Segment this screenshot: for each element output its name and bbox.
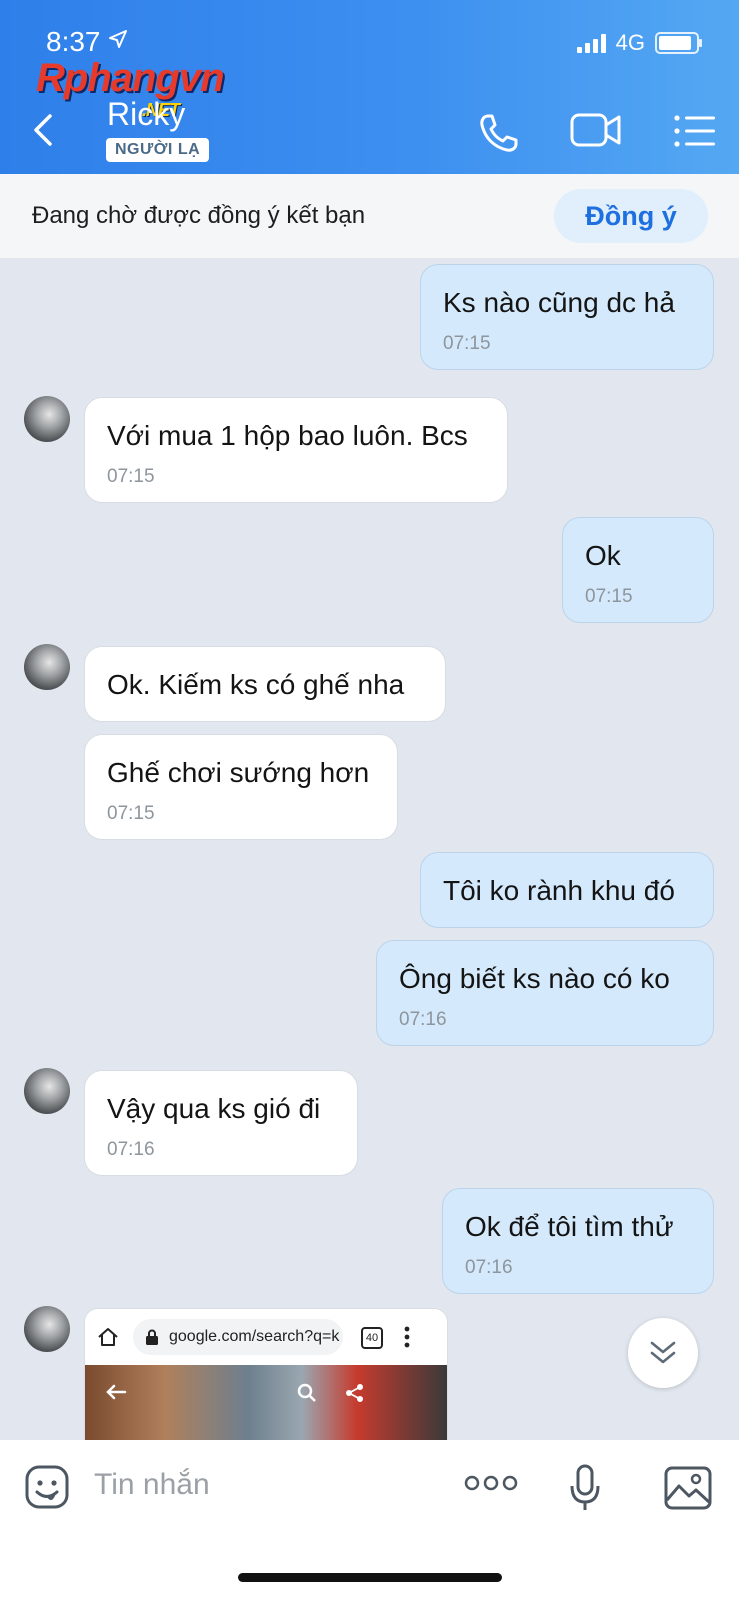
- message-bubble[interactable]: Vậy qua ks gió đi 07:16: [84, 1070, 358, 1176]
- watermark-main: Rphangvn: [36, 56, 225, 100]
- network-type: 4G: [615, 30, 645, 55]
- screenshot-image: [85, 1365, 447, 1440]
- message-text: Ok để tôi tìm thử: [465, 1211, 674, 1242]
- message-time: 07:16: [465, 1257, 513, 1278]
- message-text: Ông biết ks nào có ko: [399, 963, 670, 994]
- location-arrow-icon: [109, 30, 128, 48]
- avatar[interactable]: [24, 1068, 70, 1114]
- tab-count: 40: [361, 1327, 383, 1349]
- message-time: 07:15: [107, 803, 155, 824]
- home-icon: [98, 1328, 118, 1346]
- menu-list-icon[interactable]: [674, 114, 716, 148]
- stranger-badge: NGƯỜI LẠ: [106, 138, 210, 162]
- message-input[interactable]: Tin nhắn: [94, 1468, 210, 1502]
- message-time: 07:15: [585, 586, 633, 607]
- scroll-to-bottom-button[interactable]: [628, 1318, 698, 1388]
- message-bubble[interactable]: Ok 07:15: [562, 517, 714, 623]
- status-right: 4G: [576, 30, 702, 56]
- message-bubble[interactable]: Ok để tôi tìm thử 07:16: [442, 1188, 714, 1294]
- microphone-icon[interactable]: [568, 1464, 602, 1512]
- message-bubble[interactable]: Ông biết ks nào có ko 07:16: [376, 940, 714, 1046]
- message-text: Ok: [585, 540, 621, 571]
- signal-icon: [576, 33, 606, 53]
- sticker-icon[interactable]: [24, 1464, 70, 1510]
- message-bubble[interactable]: Với mua 1 hộp bao luôn. Bcs 07:15: [84, 397, 508, 503]
- message-list[interactable]: Ks nào cũng dc hả 07:15 Với mua 1 hộp ba…: [0, 258, 739, 1440]
- message-bubble[interactable]: Tôi ko rành khu đó: [420, 852, 714, 928]
- message-bubble[interactable]: Ghế chơi sướng hơn 07:15: [84, 734, 398, 840]
- contact-name[interactable]: Ricky: [107, 96, 185, 133]
- watermark-logo: Rphangvn .NET: [36, 56, 225, 120]
- pending-text: Đang chờ được đồng ý kết bạn: [32, 202, 366, 229]
- browser-bar: google.com/search?q=k 40: [85, 1309, 447, 1365]
- chat-header: 8:37 4G Rphangvn .NET Ricky NGƯỜI LẠ: [0, 0, 739, 174]
- accept-button[interactable]: Đồng ý: [554, 189, 708, 243]
- status-time: 8:37: [46, 26, 128, 58]
- message-time: 07:15: [443, 333, 491, 354]
- more-icon[interactable]: [464, 1474, 518, 1492]
- message-time: 07:15: [107, 466, 155, 487]
- message-time: 07:16: [399, 1009, 447, 1030]
- image-icon[interactable]: [664, 1466, 712, 1510]
- shared-screenshot[interactable]: google.com/search?q=k 40: [84, 1308, 448, 1440]
- battery-icon: [655, 32, 702, 54]
- phone-icon[interactable]: [476, 110, 522, 156]
- message-text: Với mua 1 hộp bao luôn. Bcs: [107, 420, 468, 451]
- message-text: Ghế chơi sướng hơn: [107, 757, 370, 788]
- avatar[interactable]: [24, 1306, 70, 1352]
- share-icon: [346, 1384, 363, 1402]
- message-text: Vậy qua ks gió đi: [107, 1093, 321, 1124]
- kebab-menu-icon: [404, 1326, 410, 1348]
- message-text: Ok. Kiếm ks có ghế nha: [107, 669, 405, 700]
- home-indicator: [238, 1573, 502, 1582]
- back-arrow-icon: [106, 1384, 127, 1400]
- search-icon: [297, 1383, 316, 1402]
- url-field: google.com/search?q=k: [133, 1319, 343, 1355]
- back-arrow-icon[interactable]: [28, 110, 60, 150]
- video-call-icon[interactable]: [570, 110, 622, 150]
- lock-icon: [146, 1329, 158, 1345]
- double-chevron-down-icon: [650, 1341, 676, 1364]
- message-text: Ks nào cũng dc hả: [443, 287, 675, 318]
- message-text: Tôi ko rành khu đó: [443, 875, 675, 906]
- avatar[interactable]: [24, 644, 70, 690]
- message-bubble[interactable]: Ks nào cũng dc hả 07:15: [420, 264, 714, 370]
- message-bubble[interactable]: Ok. Kiếm ks có ghế nha: [84, 646, 446, 722]
- clock: 8:37: [46, 26, 101, 57]
- message-time: 07:16: [107, 1139, 155, 1160]
- avatar[interactable]: [24, 396, 70, 442]
